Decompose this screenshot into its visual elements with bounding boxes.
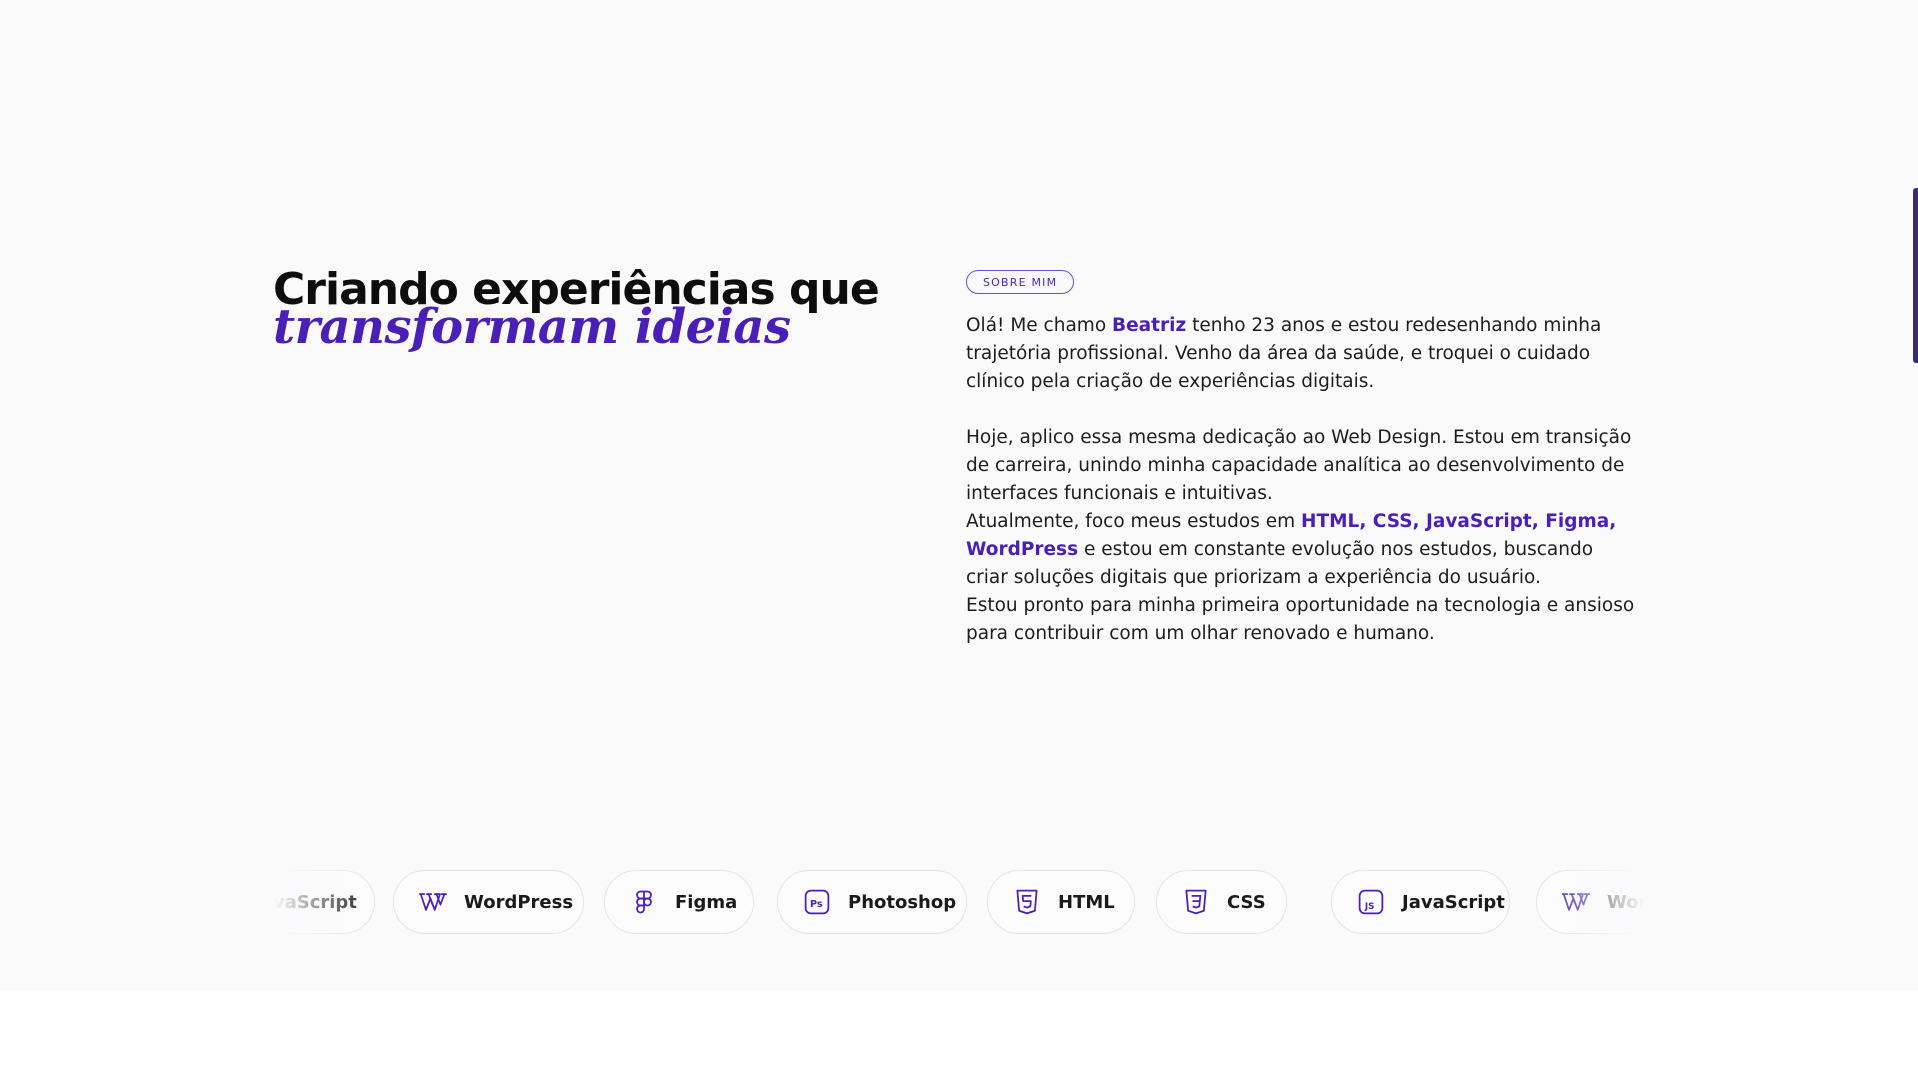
about-badge: SOBRE MIM bbox=[966, 270, 1075, 294]
skill-label: WordPress bbox=[464, 891, 574, 913]
javascript-icon: JS bbox=[1356, 887, 1386, 917]
skill-pill: CSS bbox=[1156, 870, 1287, 934]
skills-marquee: JS JavaScript WordPress Figma Ps Photoshop HTM… bbox=[263, 870, 1655, 938]
skill-label: JavaScript bbox=[263, 891, 357, 913]
studies-text: Atualmente, foco meus estudos em bbox=[966, 511, 1302, 532]
skill-label: Figma bbox=[675, 891, 738, 913]
scroll-indicator[interactable] bbox=[1913, 188, 1918, 363]
skill-pill: Ps Photoshop bbox=[777, 870, 967, 934]
about-section: Criando experiências que transformam ide… bbox=[0, 0, 1918, 990]
skill-label: HTML bbox=[1058, 891, 1115, 913]
wordpress-icon bbox=[1561, 887, 1591, 917]
about-text: Olá! Me chamo Beatriz tenho 23 anos e es… bbox=[966, 312, 1636, 648]
skill-pill: Figma bbox=[604, 870, 754, 934]
intro-text: Olá! Me chamo bbox=[966, 315, 1113, 336]
skill-pill: WordPress bbox=[1536, 870, 1655, 934]
name-highlight: Beatriz bbox=[1112, 315, 1187, 336]
skill-pill: JSJavaScript bbox=[263, 870, 375, 934]
hero-headline: Criando experiências que transformam ide… bbox=[273, 265, 913, 356]
skill-label: Photoshop bbox=[848, 891, 957, 913]
figma-icon bbox=[629, 887, 659, 917]
svg-text:JS: JS bbox=[1364, 902, 1375, 912]
skill-label: JavaScript bbox=[1402, 891, 1505, 913]
skill-pill: JS JavaScript bbox=[1331, 870, 1510, 934]
about-paragraph-career: Hoje, aplico essa mesma dedicação ao Web… bbox=[966, 427, 1632, 504]
skill-pill: WordPress bbox=[393, 870, 584, 934]
html5-icon bbox=[1012, 887, 1042, 917]
css3-icon bbox=[1181, 887, 1211, 917]
about-paragraph-studies: Atualmente, foco meus estudos em HTML, C… bbox=[966, 508, 1636, 592]
svg-text:Ps: Ps bbox=[810, 899, 823, 910]
about-paragraph-closing: Estou pronto para minha primeira oportun… bbox=[966, 595, 1635, 644]
skill-label: CSS bbox=[1227, 891, 1266, 913]
about-paragraph-intro: Olá! Me chamo Beatriz tenho 23 anos e es… bbox=[966, 312, 1636, 396]
wordpress-icon bbox=[418, 887, 448, 917]
skill-label: WordPress bbox=[1607, 891, 1655, 913]
skill-pill: HTML bbox=[987, 870, 1135, 934]
photoshop-icon: Ps bbox=[802, 887, 832, 917]
